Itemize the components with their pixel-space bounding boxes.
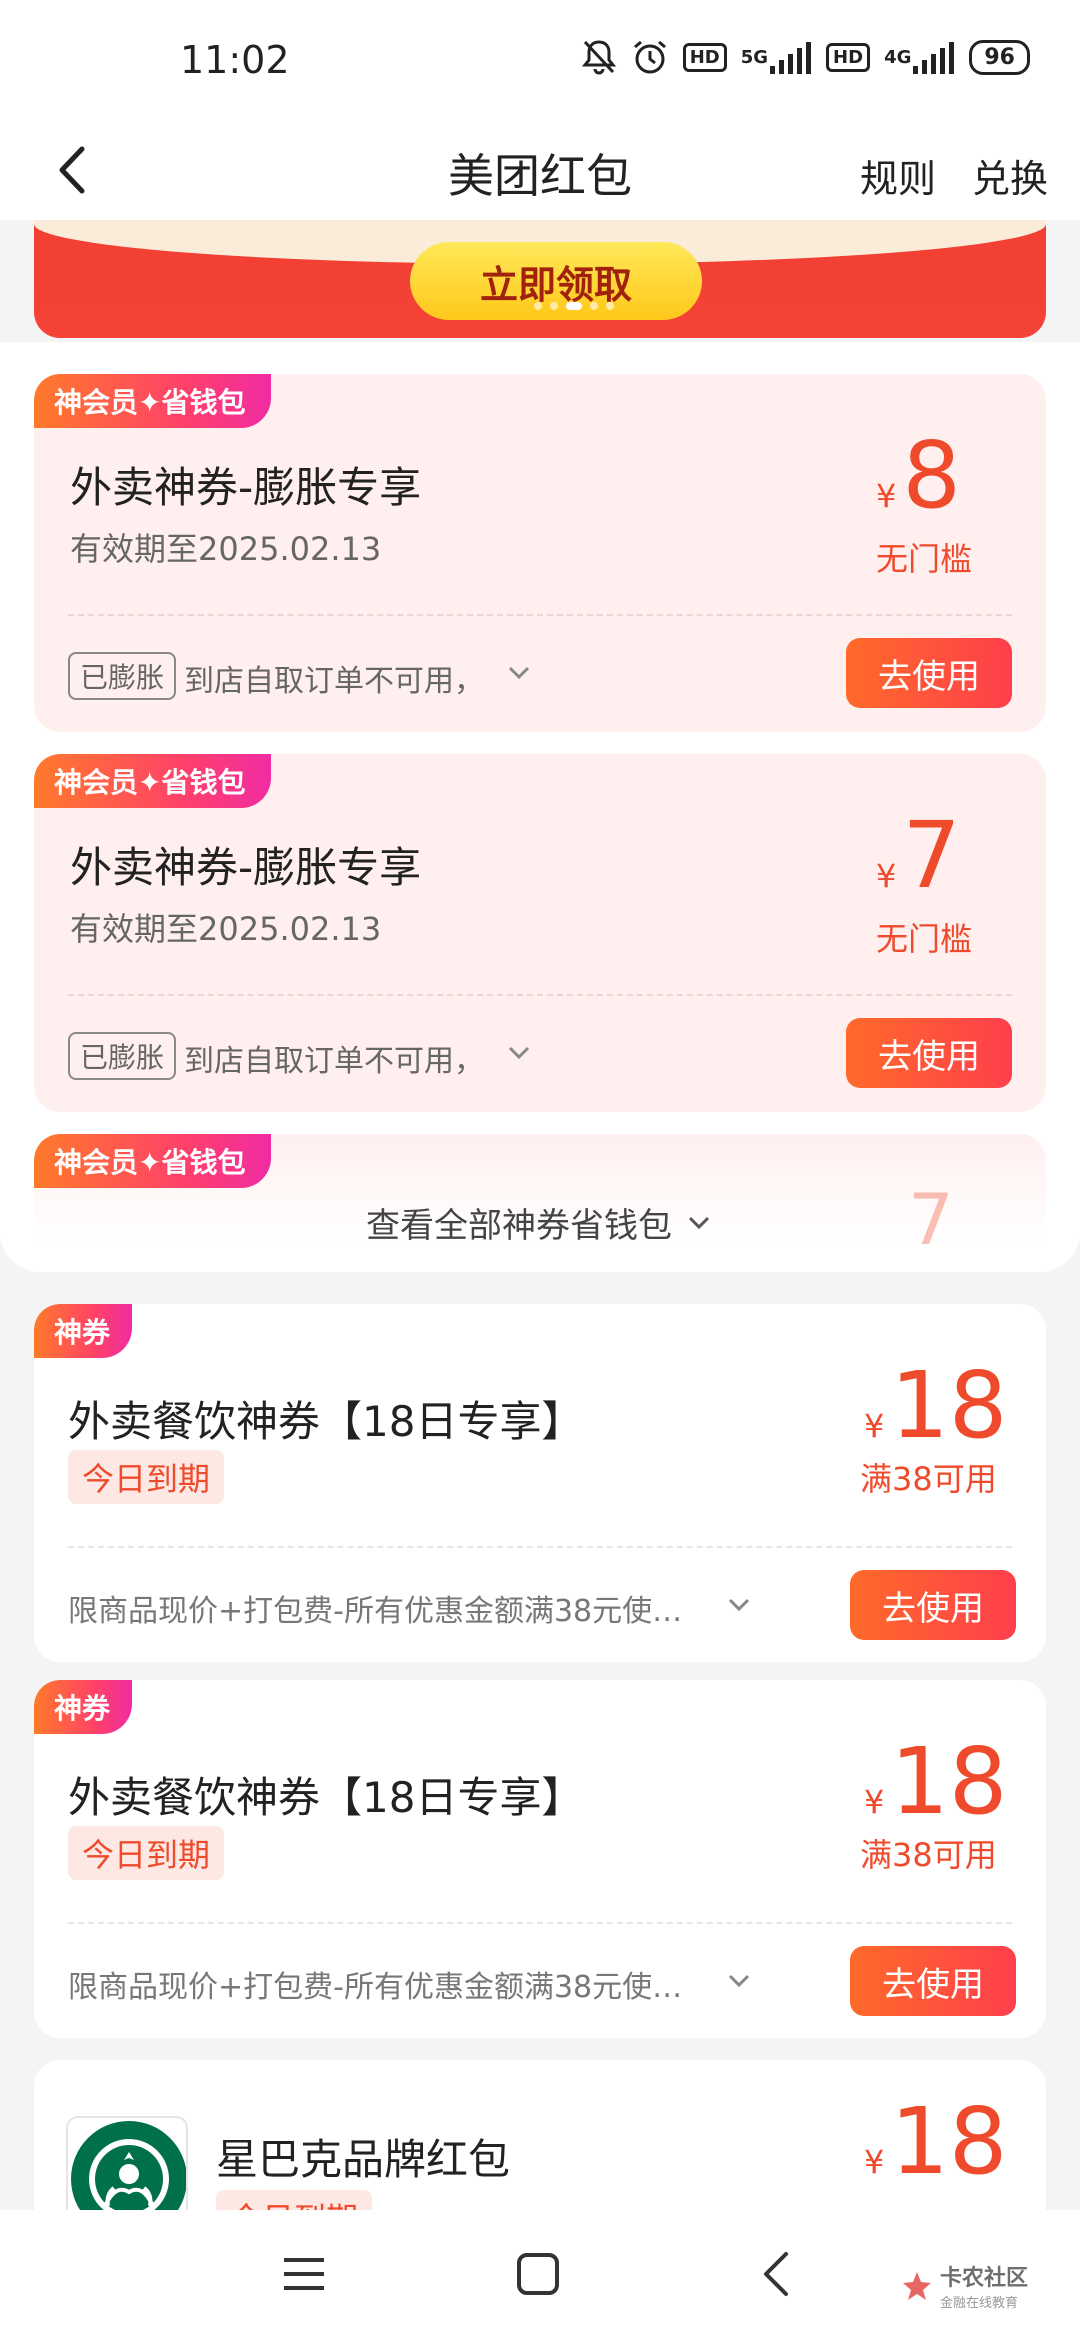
coupon-title: 外卖神券-膨胀专享 [70, 463, 422, 512]
coupon-note: 到店自取订单不可用， [184, 664, 484, 699]
menu-icon[interactable] [280, 2252, 328, 2296]
signal-4g-icon: 4G [884, 40, 955, 74]
coupon-amount: ¥ 18 [864, 2088, 1044, 2195]
divider [68, 1546, 1012, 1548]
coupon-condition: 满38可用 [860, 1836, 997, 1874]
coupon-note: 限商品现价+打包费-所有优惠金额满38元使… [68, 1594, 683, 1629]
expanded-badge: 已膨胀 [68, 1032, 177, 1080]
pager-dot [550, 302, 558, 310]
expiring-today-badge: 今日到期 [68, 1826, 225, 1880]
banner-pager-dots [534, 302, 614, 310]
coupon-card[interactable]: 神券 外卖餐饮神券【18日专享】 今日到期 ¥ 18 满38可用 限商品现价+打… [34, 1680, 1046, 2038]
expanded-badge: 已膨胀 [68, 652, 177, 700]
pager-dot [534, 302, 542, 310]
use-button[interactable]: 去使用 [846, 638, 1012, 708]
coupon-amount: ¥ 18 [864, 1352, 1044, 1459]
status-time: 11:02 [180, 38, 290, 82]
coupon-title: 外卖餐饮神券【18日专享】 [68, 1773, 584, 1822]
pager-dot [606, 302, 614, 310]
exchange-link[interactable]: 兑换 [972, 148, 1048, 203]
watermark-text: 卡农社区 [940, 2266, 1029, 2291]
status-icons: HD 5G HD 4G 96 [581, 38, 1030, 76]
coupon-condition: 无门槛 [876, 920, 973, 958]
yen-symbol: ¥ [864, 1407, 885, 1445]
watermark: 卡农社区 金融在线教育 [900, 2260, 1028, 2311]
coupon-condition: 无门槛 [876, 540, 973, 578]
amount-value: 7 [902, 802, 961, 909]
member-coupon-card[interactable]: 神会员✦省钱包 外卖神券-膨胀专享 有效期至2025.02.13 ¥ 7 无门槛… [34, 754, 1046, 1112]
system-nav-bar: 卡农社区 金融在线教育 [0, 2210, 1080, 2340]
expiring-today-badge: 今日到期 [68, 1450, 225, 1504]
use-button[interactable]: 去使用 [850, 1570, 1016, 1640]
watermark-logo-icon [903, 2271, 931, 2300]
coupon-amount: ¥ 7 [876, 802, 1046, 909]
member-tag: 神会员✦省钱包 [34, 1134, 272, 1188]
bell-mute-icon [581, 38, 617, 76]
promo-banner[interactable]: 立即领取 [34, 220, 1046, 338]
home-square-icon[interactable] [514, 2250, 562, 2298]
use-button[interactable]: 去使用 [850, 1946, 1016, 2016]
divider [68, 1922, 1012, 1924]
pager-dot [590, 302, 598, 310]
coupon-tag: 神券 [34, 1304, 133, 1358]
chevron-down-icon[interactable] [724, 1970, 754, 1992]
back-triangle-icon[interactable] [756, 2248, 796, 2300]
yen-symbol: ¥ [876, 857, 897, 895]
battery-icon: 96 [969, 39, 1030, 75]
chevron-down-icon[interactable] [724, 1594, 754, 1616]
member-tag: 神会员✦省钱包 [34, 754, 272, 808]
yen-symbol: ¥ [876, 477, 897, 515]
chevron-down-icon [688, 1216, 710, 1229]
net-4g-label: 4G [884, 46, 912, 68]
hd-badge: HD [682, 42, 727, 72]
yen-symbol: ¥ [864, 1783, 885, 1821]
rules-link[interactable]: 规则 [860, 148, 936, 203]
coupon-condition: 满38可用 [860, 1460, 997, 1498]
coupon-expiry: 有效期至2025.02.13 [70, 910, 382, 948]
coupon-note: 限商品现价+打包费-所有优惠金额满38元使… [68, 1970, 683, 2005]
coupon-amount: ¥ 8 [876, 422, 1046, 529]
coupon-title: 星巴克品牌红包 [216, 2135, 511, 2184]
status-bar: 11:02 HD 5G HD 4G 96 [0, 0, 1080, 120]
chevron-down-icon[interactable] [504, 1042, 534, 1064]
divider [68, 614, 1012, 616]
member-coupon-card[interactable]: 神会员✦省钱包 外卖神券-膨胀专享 有效期至2025.02.13 ¥ 8 无门槛… [34, 374, 1046, 732]
pager-dot-active [566, 302, 582, 310]
coupon-expiry: 有效期至2025.02.13 [70, 530, 382, 568]
nav-bar: 美团红包 规则 兑换 [0, 120, 1080, 220]
yen-symbol: ¥ [864, 2143, 885, 2181]
coupon-amount: ¥ 18 [864, 1728, 1044, 1835]
amount-value: 18 [890, 1352, 1008, 1459]
chevron-down-icon[interactable] [504, 662, 534, 684]
view-all-link[interactable]: 查看全部神券省钱包 [0, 1198, 1080, 1247]
coupon-title: 外卖餐饮神券【18日专享】 [68, 1397, 584, 1446]
net-5g-label: 5G [740, 46, 769, 68]
amount-value: 18 [890, 1728, 1008, 1835]
view-all-label: 查看全部神券省钱包 [366, 1206, 672, 1246]
coupon-title: 外卖神券-膨胀专享 [70, 843, 422, 892]
divider [68, 994, 1012, 996]
signal-5g-icon: 5G [741, 40, 812, 74]
use-button[interactable]: 去使用 [846, 1018, 1012, 1088]
hd-badge-2: HD [826, 42, 871, 72]
coupon-card[interactable]: 神券 外卖餐饮神券【18日专享】 今日到期 ¥ 18 满38可用 限商品现价+打… [34, 1304, 1046, 1662]
member-wallet-section: 神会员✦省钱包 外卖神券-膨胀专享 有效期至2025.02.13 ¥ 8 无门槛… [0, 342, 1080, 1272]
watermark-subtext: 金融在线教育 [940, 2296, 1019, 2311]
amount-value: 8 [902, 422, 961, 529]
alarm-icon [631, 38, 669, 76]
member-tag: 神会员✦省钱包 [34, 374, 272, 428]
coupon-tag: 神券 [34, 1680, 133, 1734]
amount-value: 18 [890, 2088, 1008, 2195]
coupon-note: 到店自取订单不可用， [184, 1044, 484, 1079]
